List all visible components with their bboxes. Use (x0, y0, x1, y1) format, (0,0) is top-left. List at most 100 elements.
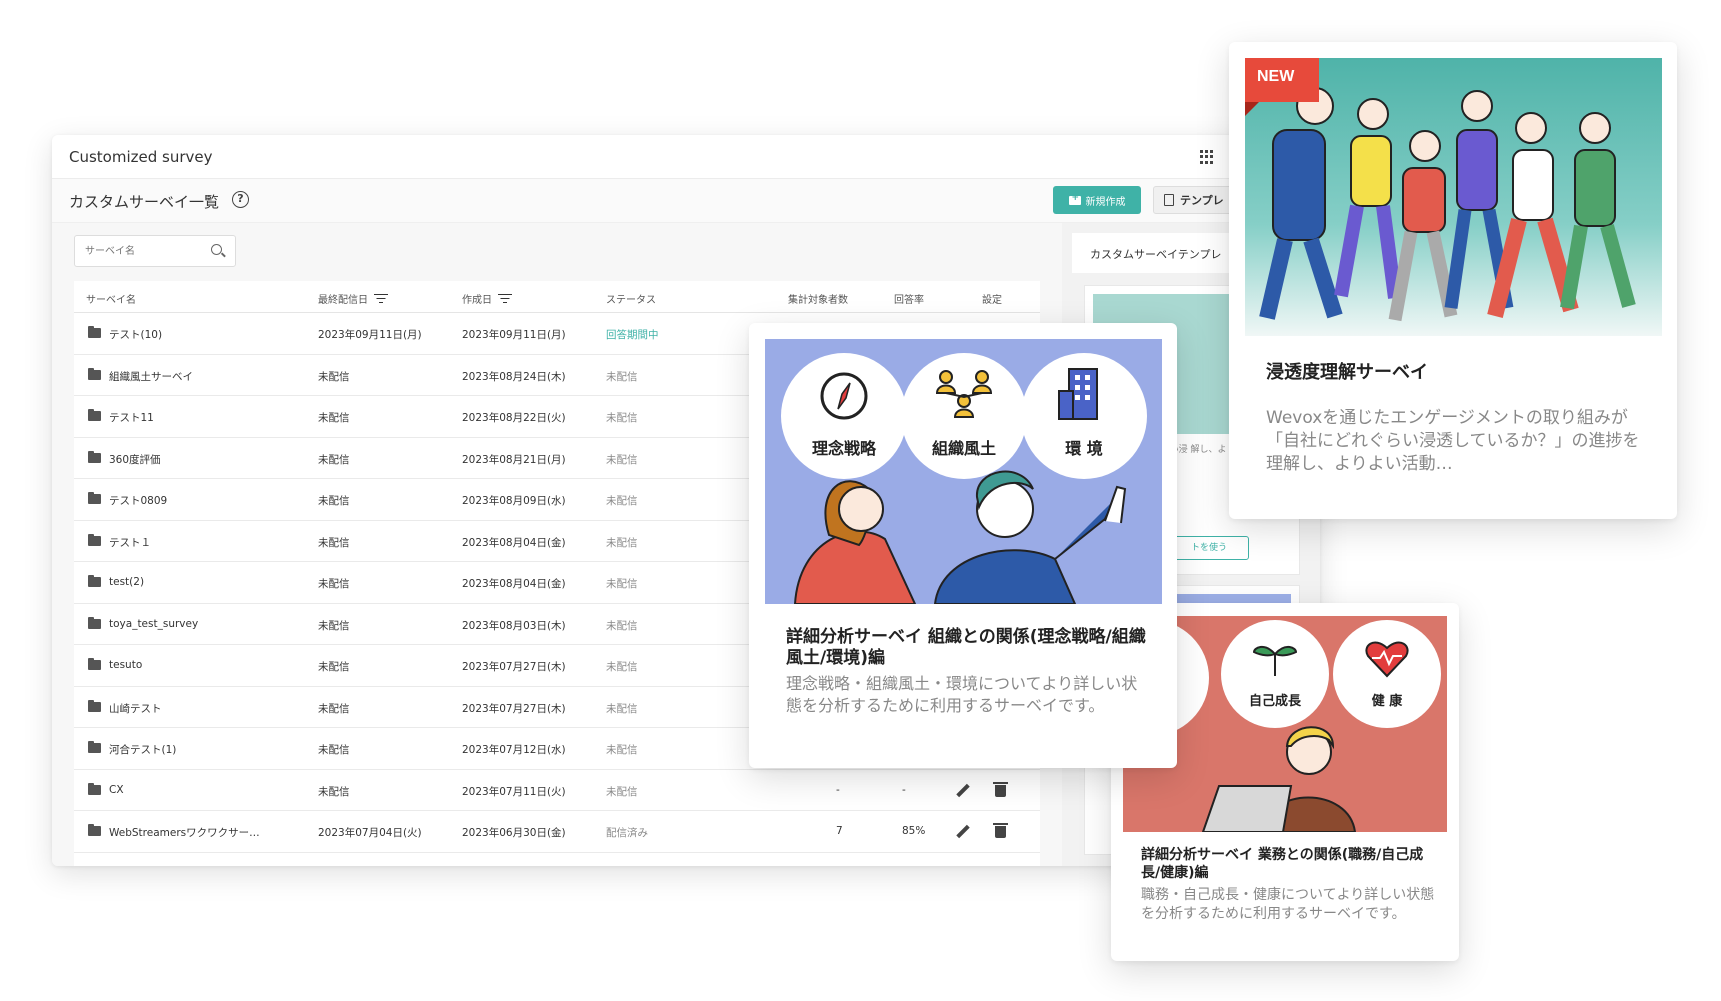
edit-icon[interactable] (956, 783, 970, 797)
row-status: 未配信 (606, 370, 638, 383)
row-last-sent: 未配信 (318, 536, 350, 549)
row-created: 2023年08月09日(水) (462, 495, 566, 507)
document-icon (1164, 194, 1174, 206)
row-name[interactable]: tesuto (109, 659, 142, 671)
top-bar: Customized survey (52, 135, 1320, 179)
folder-icon (88, 782, 101, 795)
card-title: 詳細分析サーベイ 組織との関係(理念戦略/組織風土/環境)編 (786, 627, 1146, 669)
new-badge: NEW (1245, 58, 1319, 116)
folder-icon (88, 367, 101, 380)
table-row[interactable] (74, 853, 1040, 866)
row-last-sent: 未配信 (318, 412, 350, 424)
row-created: 2023年07月11日(火) (462, 785, 566, 798)
row-created: 2023年08月04日(金) (462, 536, 566, 549)
help-icon[interactable]: ? (232, 191, 249, 208)
row-last-sent: 未配信 (318, 744, 350, 756)
search-input[interactable] (85, 242, 205, 260)
trash-icon[interactable] (993, 781, 1008, 797)
table-header: サーベイ名 最終配信日 作成日 ステータス 集計対象者数 回答率 設定 (74, 281, 1040, 313)
row-status: 配信済み (606, 827, 648, 839)
row-last-sent: 未配信 (318, 578, 350, 590)
header-rate-label: 回答率 (894, 295, 924, 306)
search-icon[interactable] (211, 244, 222, 255)
card-title: 浸透度理解サーベイ (1266, 362, 1428, 383)
row-created: 2023年08月04日(金) (462, 578, 566, 590)
row-created: 2023年07月12日(水) (462, 744, 566, 756)
row-status: 未配信 (606, 619, 638, 632)
row-status: 回答期間中 (606, 329, 659, 341)
row-created: 2023年07月27日(木) (462, 661, 566, 673)
folder-icon (88, 824, 101, 836)
row-name[interactable]: test(2) (109, 576, 144, 588)
row-name[interactable]: 河合テスト(1) (109, 742, 176, 757)
folder-icon (88, 741, 101, 753)
folder-icon (88, 575, 101, 587)
new-survey-button[interactable]: 新規作成 (1053, 186, 1141, 214)
header-status-label: ステータス (606, 295, 656, 306)
row-created: 2023年08月21日(月) (462, 453, 566, 466)
row-target: 7 (836, 825, 843, 837)
trash-icon[interactable] (993, 823, 1008, 838)
card-description: Wevoxを通じたエンゲージメントの取り組みが「自社にどれぐらい浸透しているか？… (1266, 408, 1640, 474)
row-name[interactable]: 360度評価 (109, 452, 161, 467)
folder-icon (88, 492, 101, 504)
row-status: 未配信 (606, 495, 638, 507)
filter-icon[interactable] (374, 293, 388, 304)
row-last-sent: 未配信 (318, 785, 350, 798)
row-status: 未配信 (606, 578, 638, 590)
row-rate: - (902, 783, 906, 796)
row-status: 未配信 (606, 702, 638, 715)
row-created: 2023年08月03日(木) (462, 619, 566, 632)
folder-icon (88, 326, 101, 338)
header-settings-label: 設定 (982, 295, 1002, 306)
row-last-sent: 未配信 (318, 370, 350, 383)
row-status: 未配信 (606, 412, 638, 424)
edit-icon[interactable] (956, 824, 970, 839)
header-target: 集計対象者数 (788, 291, 848, 306)
table-row[interactable]: CX 未配信 2023年07月11日(火) 未配信 - - (74, 770, 1040, 811)
row-name[interactable]: toya_test_survey (109, 618, 198, 630)
template-card-org-relationship[interactable]: 理念戦略 組織風土 環 境 詳細分析サーベイ 組織との関係(理念戦略/組織風土/… (749, 323, 1177, 768)
row-last-sent: 未配信 (318, 495, 350, 507)
two-people-illustration (793, 470, 1127, 604)
row-name[interactable]: テスト0809 (109, 493, 167, 508)
folder-plus-icon (1068, 193, 1081, 205)
card-description: 理念戦略・組織風土・環境についてより詳しい状態を分析するために利用するサーベイで… (786, 674, 1138, 715)
table-row[interactable]: WebStreamersワクワクサー… 2023年07月04日(火) 2023年… (74, 811, 1040, 853)
folder-icon (88, 450, 101, 463)
row-name[interactable]: WebStreamersワクワクサー… (109, 825, 260, 840)
row-created: 2023年09月11日(月) (462, 329, 566, 341)
row-created: 2023年06月30日(金) (462, 827, 566, 839)
row-status: 未配信 (606, 744, 638, 756)
template-card-penetration[interactable]: NEW 浸透度理解サーベイ Wevoxを通じたエンゲージメントの取り組みが「自社… (1229, 42, 1677, 519)
row-last-sent: 未配信 (318, 702, 350, 715)
app-grid-icon[interactable] (1200, 150, 1214, 164)
row-last-sent: 未配信 (318, 619, 350, 632)
row-name[interactable]: テスト(10) (109, 327, 162, 342)
row-name[interactable]: 山崎テスト (109, 701, 162, 716)
row-status: 未配信 (606, 785, 638, 798)
row-last-sent: 未配信 (318, 453, 350, 466)
row-status: 未配信 (606, 536, 638, 549)
row-status: 未配信 (606, 661, 638, 673)
header-created[interactable]: 作成日 (462, 291, 512, 306)
row-name[interactable]: テスト１ (109, 535, 151, 550)
row-name[interactable]: 組織風土サーベイ (109, 369, 193, 384)
header-target-label: 集計対象者数 (788, 295, 848, 306)
header-last-sent[interactable]: 最終配信日 (318, 291, 388, 306)
row-created: 2023年08月24日(木) (462, 370, 566, 383)
row-last-sent: 2023年07月04日(火) (318, 827, 422, 839)
row-name[interactable]: テスト11 (109, 410, 154, 425)
row-name[interactable]: CX (109, 784, 124, 796)
row-created: 2023年07月27日(木) (462, 702, 566, 715)
filter-icon[interactable] (498, 293, 512, 304)
search-box[interactable] (74, 235, 236, 267)
row-status: 未配信 (606, 453, 638, 466)
row-rate: 85% (902, 825, 926, 837)
use-template-button[interactable]: トを使う (1169, 536, 1249, 560)
app-title: Customized survey (69, 148, 213, 166)
new-survey-label: 新規作成 (1085, 196, 1126, 208)
row-last-sent: 2023年09月11日(月) (318, 329, 422, 341)
card-title: 詳細分析サーベイ 業務との関係(職務/自己成長/健康)編 (1141, 847, 1424, 881)
folder-icon (88, 533, 101, 546)
